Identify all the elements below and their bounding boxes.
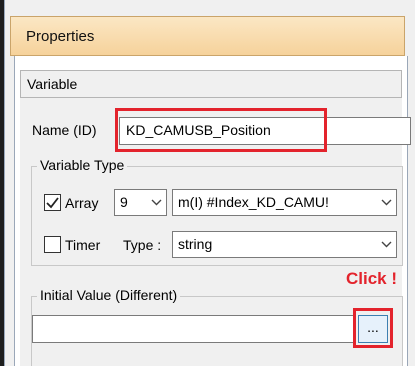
- array-index-select[interactable]: m(I) #Index_KD_CAMU!: [172, 189, 397, 216]
- check-icon: [46, 197, 59, 209]
- array-label[interactable]: Array: [65, 195, 98, 211]
- properties-titlebar: Properties: [10, 16, 405, 56]
- chevron-down-icon: [381, 199, 392, 206]
- section-header[interactable]: Variable: [20, 70, 402, 98]
- chevron-down-icon: [151, 199, 162, 206]
- initial-value-label: Initial Value (Different): [37, 287, 181, 303]
- highlight-name-box: [115, 108, 327, 152]
- array-index-value: m(I) #Index_KD_CAMU!: [178, 194, 329, 210]
- array-size-dropdown[interactable]: [146, 190, 166, 215]
- variable-type-label: Variable Type: [37, 157, 128, 173]
- array-checkbox[interactable]: [44, 194, 61, 211]
- timer-label[interactable]: Timer: [65, 237, 100, 253]
- timer-checkbox[interactable]: [44, 236, 61, 253]
- click-annotation: Click !: [346, 269, 398, 288]
- window-title: Properties: [26, 28, 95, 45]
- type-dropdown[interactable]: [376, 232, 396, 257]
- section-label: Variable: [27, 76, 78, 92]
- array-size-value: 9: [120, 194, 128, 210]
- type-label: Type :: [123, 237, 162, 253]
- chevron-down-icon: [381, 241, 392, 248]
- highlight-browse-box: [353, 308, 393, 348]
- array-size-select[interactable]: 9: [114, 189, 167, 216]
- type-value: string: [178, 236, 213, 252]
- array-index-dropdown[interactable]: [376, 190, 396, 215]
- type-select[interactable]: string: [172, 231, 397, 258]
- initial-value-input[interactable]: [32, 315, 354, 343]
- name-label: Name (ID): [32, 122, 97, 138]
